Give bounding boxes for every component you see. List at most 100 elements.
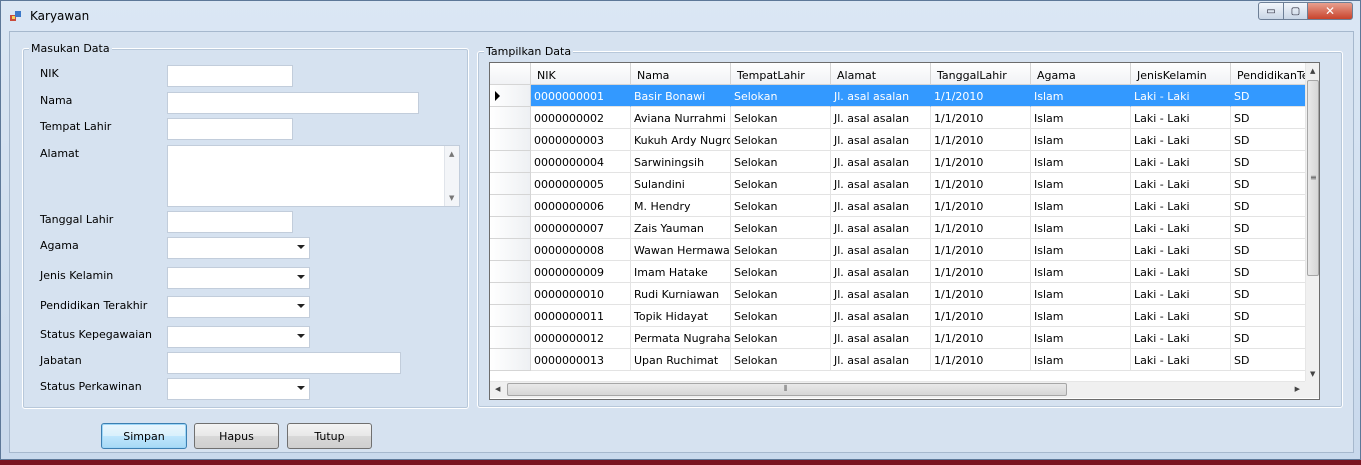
table-row[interactable]: 0000000005 Sulandini Selokan Jl. asal asala…: [490, 173, 1305, 195]
table-cell[interactable]: Selokan: [731, 151, 831, 173]
data-grid[interactable]: NIK Nama TempatLahir Alamat TanggalLahir Agam…: [489, 62, 1320, 400]
table-cell[interactable]: Laki - Laki: [1131, 327, 1231, 349]
agama-select[interactable]: [167, 237, 310, 259]
row-header[interactable]: [490, 217, 531, 239]
table-cell[interactable]: Selokan: [731, 305, 831, 327]
title-bar[interactable]: Karyawan ▭ ▢ ✕: [1, 1, 1360, 31]
table-cell[interactable]: Selokan: [731, 283, 831, 305]
chevron-down-icon[interactable]: [297, 386, 305, 390]
table-cell[interactable]: 1/1/2010: [931, 107, 1031, 129]
table-cell[interactable]: Jl. asal asalan: [831, 151, 931, 173]
table-cell[interactable]: 1/1/2010: [931, 283, 1031, 305]
table-cell[interactable]: Laki - Laki: [1131, 239, 1231, 261]
close-window-button[interactable]: ✕: [1307, 2, 1353, 20]
table-cell[interactable]: SD: [1231, 349, 1305, 371]
maximize-button[interactable]: ▢: [1283, 2, 1308, 20]
table-cell[interactable]: Selokan: [731, 107, 831, 129]
chevron-down-icon[interactable]: [297, 245, 305, 249]
row-header[interactable]: [490, 327, 531, 349]
pendidikan-select[interactable]: [167, 296, 310, 318]
table-cell[interactable]: 0000000005: [531, 173, 631, 195]
table-cell[interactable]: Aviana Nurrahmi: [631, 107, 731, 129]
table-row[interactable]: 0000000004 Sarwiningsih Selokan Jl. asal as…: [490, 151, 1305, 173]
table-cell[interactable]: Zais Yauman: [631, 217, 731, 239]
table-cell[interactable]: SD: [1231, 129, 1305, 151]
table-cell[interactable]: SD: [1231, 173, 1305, 195]
tanggal-lahir-input[interactable]: [167, 211, 293, 233]
table-cell[interactable]: Islam: [1031, 327, 1131, 349]
table-cell[interactable]: Rudi Kurniawan: [631, 283, 731, 305]
table-cell[interactable]: 0000000007: [531, 217, 631, 239]
row-header[interactable]: [490, 195, 531, 217]
delete-button[interactable]: Hapus: [194, 423, 279, 449]
table-cell[interactable]: Sarwiningsih: [631, 151, 731, 173]
table-row[interactable]: 0000000013 Upan Ruchimat Selokan Jl. asal a…: [490, 349, 1305, 371]
table-cell[interactable]: 0000000004: [531, 151, 631, 173]
table-cell[interactable]: Jl. asal asalan: [831, 173, 931, 195]
table-row[interactable]: 0000000002 Aviana Nurrahmi Selokan Jl. asal…: [490, 107, 1305, 129]
scroll-right-icon[interactable]: ▶: [1295, 385, 1300, 393]
table-cell[interactable]: Jl. asal asalan: [831, 349, 931, 371]
table-cell[interactable]: Islam: [1031, 195, 1131, 217]
table-cell[interactable]: SD: [1231, 217, 1305, 239]
table-cell[interactable]: Selokan: [731, 349, 831, 371]
table-cell[interactable]: Islam: [1031, 283, 1131, 305]
table-cell[interactable]: Topik Hidayat: [631, 305, 731, 327]
table-cell[interactable]: SD: [1231, 261, 1305, 283]
table-cell[interactable]: Islam: [1031, 261, 1131, 283]
alamat-scrollbar[interactable]: ▲ ▼: [444, 146, 459, 206]
chevron-down-icon[interactable]: [297, 275, 305, 279]
table-cell[interactable]: 0000000003: [531, 129, 631, 151]
chevron-down-icon[interactable]: [297, 304, 305, 308]
row-header[interactable]: [490, 349, 531, 371]
table-cell[interactable]: 1/1/2010: [931, 305, 1031, 327]
table-cell[interactable]: Islam: [1031, 239, 1131, 261]
table-cell[interactable]: SD: [1231, 151, 1305, 173]
table-cell[interactable]: 1/1/2010: [931, 85, 1031, 107]
table-cell[interactable]: Wawan Hermawan: [631, 239, 731, 261]
table-cell[interactable]: 1/1/2010: [931, 327, 1031, 349]
table-cell[interactable]: Jl. asal asalan: [831, 217, 931, 239]
table-cell[interactable]: SD: [1231, 195, 1305, 217]
table-cell[interactable]: Jl. asal asalan: [831, 85, 931, 107]
table-cell[interactable]: Kukuh Ardy Nugroho: [631, 129, 731, 151]
table-cell[interactable]: Jl. asal asalan: [831, 283, 931, 305]
table-row[interactable]: 0000000001 Basir Bonawi Selokan Jl. asal as…: [490, 85, 1305, 107]
column-header[interactable]: TanggalLahir: [931, 63, 1031, 85]
table-cell[interactable]: Selokan: [731, 217, 831, 239]
table-cell[interactable]: 1/1/2010: [931, 195, 1031, 217]
table-cell[interactable]: 0000000006: [531, 195, 631, 217]
column-header[interactable]: Alamat: [831, 63, 931, 85]
table-cell[interactable]: SD: [1231, 283, 1305, 305]
column-header[interactable]: Agama: [1031, 63, 1131, 85]
table-cell[interactable]: Selokan: [731, 195, 831, 217]
table-row[interactable]: 0000000003Kukuh Ardy NugrohoSelokanJl. a…: [490, 129, 1305, 151]
table-cell[interactable]: Jl. asal asalan: [831, 195, 931, 217]
table-cell[interactable]: Islam: [1031, 349, 1131, 371]
row-header[interactable]: [490, 151, 531, 173]
column-header[interactable]: PendidikanTerakhir: [1231, 63, 1305, 85]
column-header[interactable]: TempatLahir: [731, 63, 831, 85]
table-row[interactable]: 0000000011 Topik Hidayat Selokan Jl. asal a…: [490, 305, 1305, 327]
row-header[interactable]: [490, 173, 531, 195]
table-cell[interactable]: Laki - Laki: [1131, 261, 1231, 283]
table-cell[interactable]: Selokan: [731, 129, 831, 151]
table-cell[interactable]: 1/1/2010: [931, 129, 1031, 151]
row-header[interactable]: [490, 239, 531, 261]
table-cell[interactable]: Laki - Laki: [1131, 349, 1231, 371]
table-cell[interactable]: Laki - Laki: [1131, 129, 1231, 151]
table-cell[interactable]: 0000000010: [531, 283, 631, 305]
table-cell[interactable]: 0000000002: [531, 107, 631, 129]
table-cell[interactable]: SD: [1231, 239, 1305, 261]
table-cell[interactable]: Selokan: [731, 173, 831, 195]
table-cell[interactable]: 1/1/2010: [931, 217, 1031, 239]
table-cell[interactable]: 0000000001: [531, 85, 631, 107]
table-cell[interactable]: Selokan: [731, 261, 831, 283]
table-cell[interactable]: Laki - Laki: [1131, 107, 1231, 129]
table-cell[interactable]: Laki - Laki: [1131, 217, 1231, 239]
table-cell[interactable]: Islam: [1031, 305, 1131, 327]
table-cell[interactable]: 1/1/2010: [931, 239, 1031, 261]
scroll-down-icon[interactable]: ▼: [449, 194, 454, 202]
table-cell[interactable]: 0000000013: [531, 349, 631, 371]
table-cell[interactable]: SD: [1231, 85, 1305, 107]
